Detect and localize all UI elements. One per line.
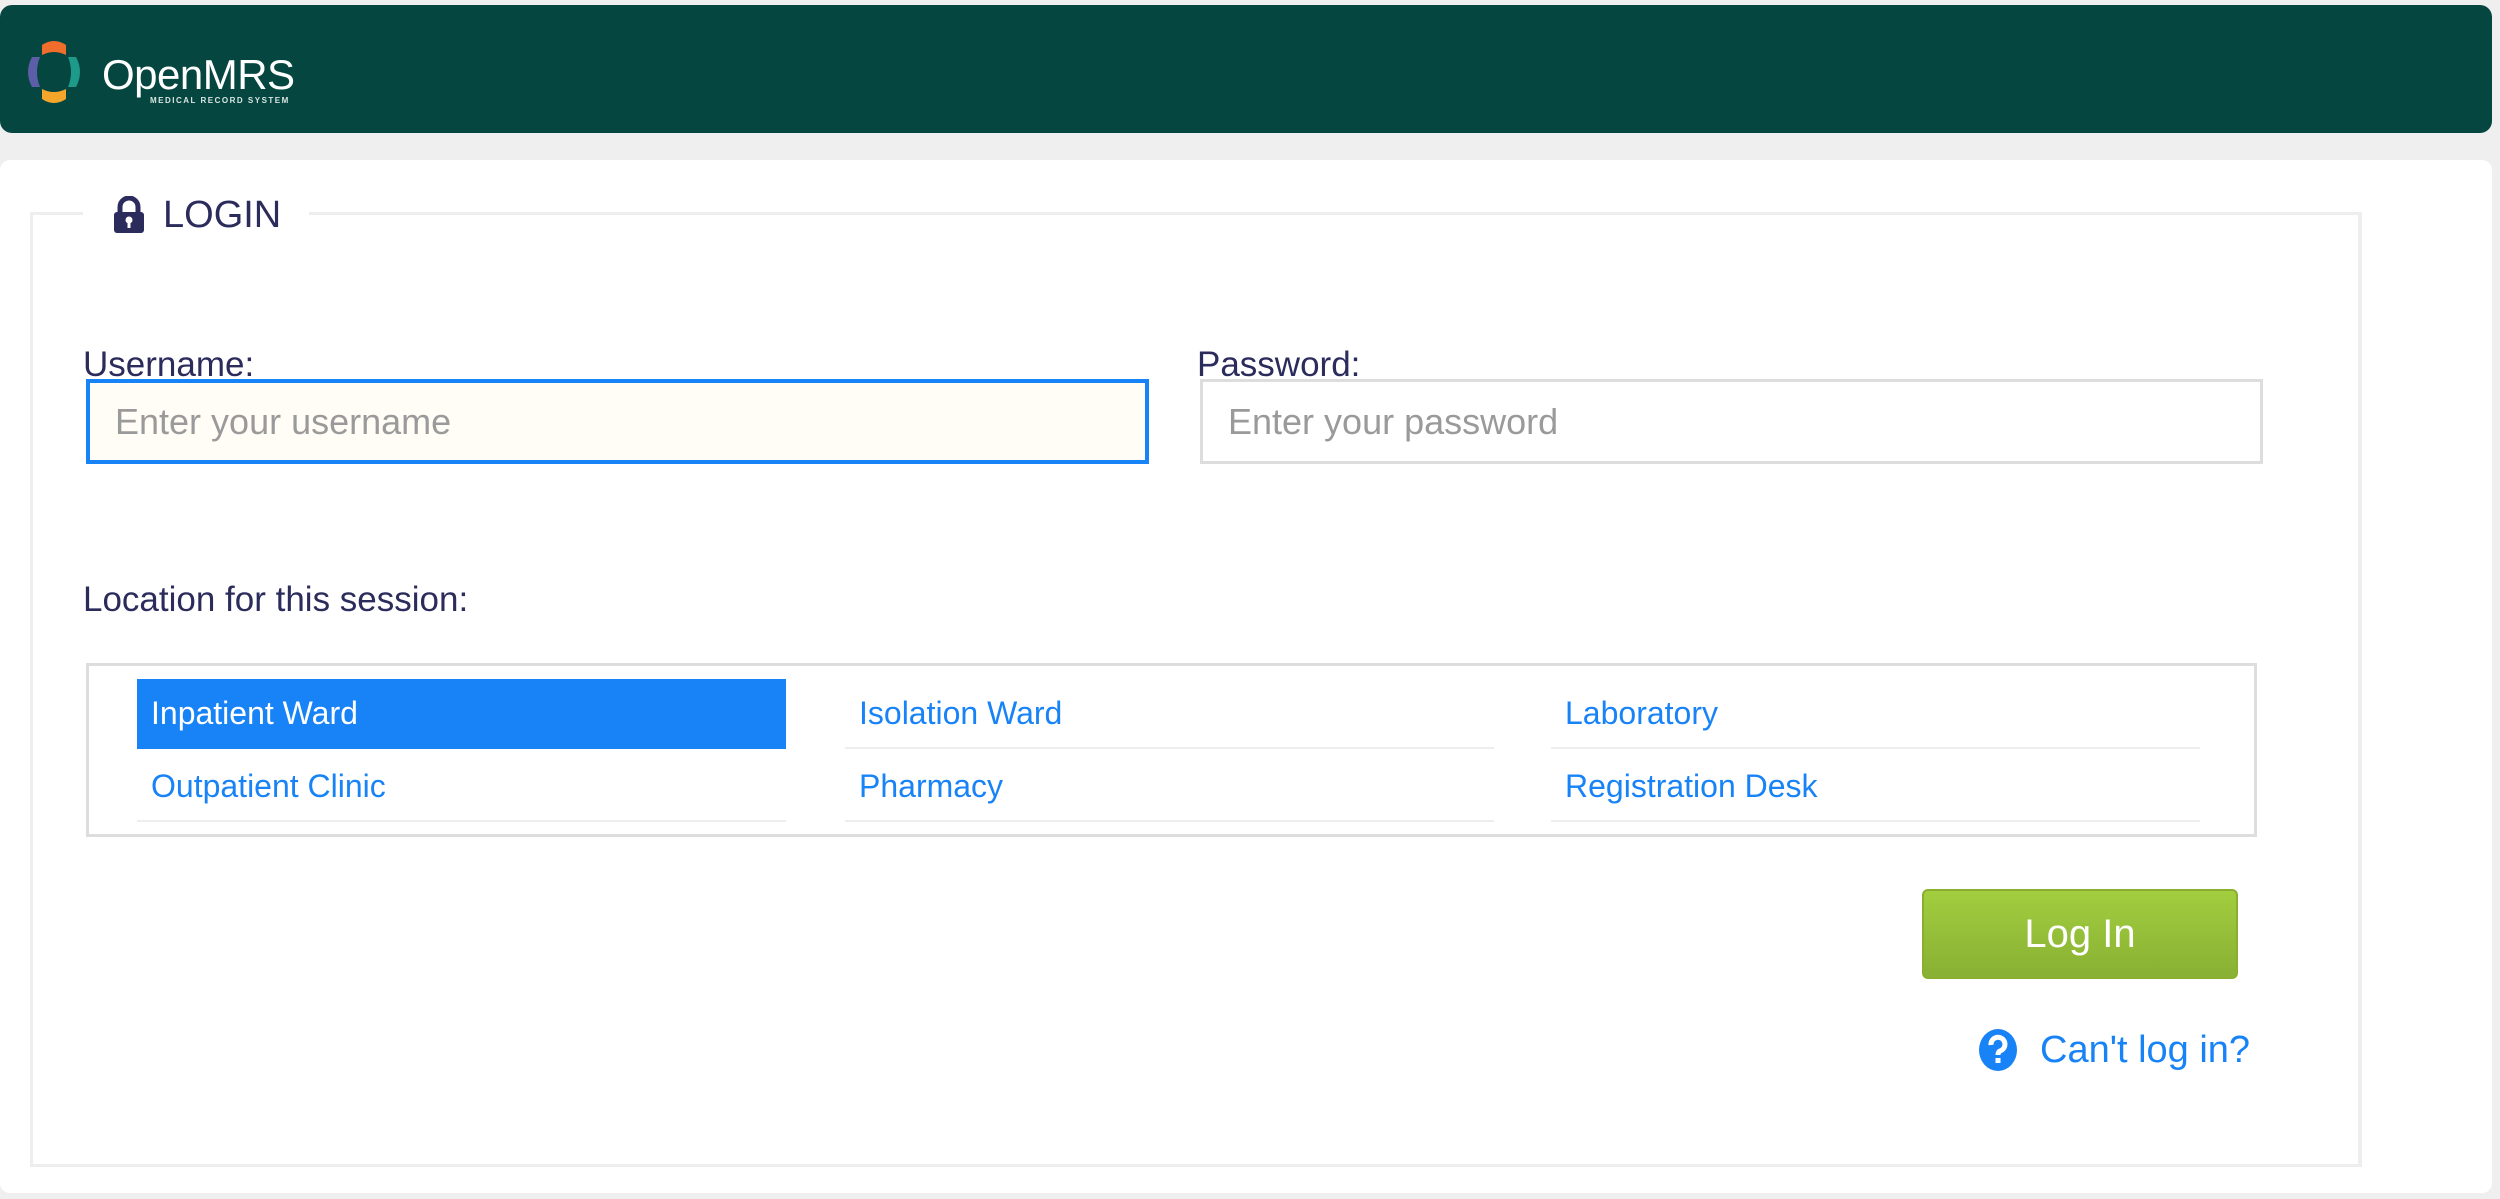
login-fieldset: LOGIN Username: Password: Location for t… [30, 187, 2362, 1167]
brand-tagline: MEDICAL RECORD SYSTEM [150, 96, 290, 105]
location-inpatient-ward[interactable]: Inpatient Ward [137, 679, 786, 749]
location-laboratory[interactable]: Laboratory [1551, 679, 2200, 749]
login-legend: LOGIN [83, 187, 310, 243]
login-button[interactable]: Log In [1922, 889, 2238, 979]
cant-login-text: Can't log in? [2040, 1028, 2251, 1071]
login-title: LOGIN [163, 193, 282, 236]
username-input[interactable] [86, 379, 1149, 464]
openmrs-logo-icon [28, 41, 80, 103]
location-label: Location for this session: [83, 580, 469, 619]
brand-name: OpenMRS [102, 51, 295, 98]
login-panel: LOGIN Username: Password: Location for t… [0, 160, 2492, 1193]
location-list: Inpatient Ward Isolation Ward Laboratory… [86, 663, 2257, 837]
location-registration-desk[interactable]: Registration Desk [1551, 752, 2200, 822]
cant-login-link[interactable]: Can't log in? [1978, 1028, 2250, 1072]
location-isolation-ward[interactable]: Isolation Ward [845, 679, 1494, 749]
question-circle-icon [1979, 1029, 2017, 1071]
lock-icon [114, 196, 144, 233]
location-pharmacy[interactable]: Pharmacy [845, 752, 1494, 822]
top-header: OpenMRS MEDICAL RECORD SYSTEM [0, 5, 2492, 133]
password-input[interactable] [1200, 379, 2263, 464]
location-outpatient-clinic[interactable]: Outpatient Clinic [137, 752, 786, 822]
